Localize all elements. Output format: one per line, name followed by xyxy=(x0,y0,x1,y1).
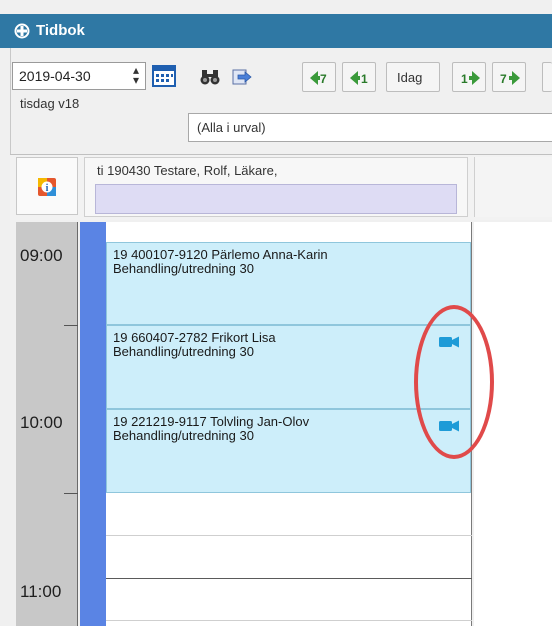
svg-text:i: i xyxy=(46,183,49,194)
forward-week-icon: 7 xyxy=(500,71,520,86)
svg-text:7: 7 xyxy=(320,72,327,86)
title-bar: Tidbok xyxy=(0,14,552,48)
column-header-band xyxy=(95,184,457,214)
appointment-block[interactable]: 19 400107-9120 Pärlemo Anna-Karin Behand… xyxy=(106,242,471,325)
forward-day-button[interactable]: 1 xyxy=(452,62,486,92)
appointment-type: Behandling/utredning 30 xyxy=(113,428,254,443)
today-label: Idag xyxy=(397,70,423,85)
time-label-1100: 11:00 xyxy=(20,582,62,601)
info-button[interactable]: i xyxy=(16,157,78,215)
date-spinner[interactable]: ▴ ▾ xyxy=(133,64,139,86)
appointment-patient: 19 221219-9117 Tolvling Jan-Olov xyxy=(113,414,310,429)
date-picker-input[interactable]: 2019-04-30 ▴ ▾ xyxy=(12,62,146,90)
forward-week-button[interactable]: 7 xyxy=(492,62,526,92)
time-slot-line xyxy=(106,620,472,621)
selection-filter-field[interactable]: (Alla i urval) xyxy=(188,113,552,142)
time-label-1000: 10:00 xyxy=(20,413,63,432)
annotation-circle xyxy=(414,305,494,459)
appointment-type: Behandling/utredning 30 xyxy=(113,261,254,276)
weekday-label: tisdag v18 xyxy=(20,96,80,111)
info-icon: i xyxy=(38,178,56,196)
back-week-icon: 7 xyxy=(310,71,327,86)
svg-text:1: 1 xyxy=(361,72,368,86)
resource-availability-strip xyxy=(80,222,106,626)
svg-text:7: 7 xyxy=(500,72,507,86)
search-button[interactable] xyxy=(194,62,224,92)
quarter-tick xyxy=(64,325,78,326)
back-day-icon: 1 xyxy=(350,71,368,86)
appointment-block[interactable]: 19 221219-9117 Tolvling Jan-Olov Behandl… xyxy=(106,409,471,493)
resource-column-label: ti 190430 Testare, Rolf, Läkare, xyxy=(97,163,278,178)
next-column-header xyxy=(474,157,552,217)
resource-column-header[interactable]: ti 190430 Testare, Rolf, Läkare, xyxy=(84,157,468,217)
export-arrow-icon xyxy=(232,69,252,85)
window-title: Tidbok xyxy=(36,22,85,39)
quarter-tick xyxy=(64,493,78,494)
calendar-icon[interactable] xyxy=(150,62,178,90)
toolbar-overflow-button[interactable] xyxy=(542,62,552,92)
filter-value: (Alla i urval) xyxy=(197,120,266,135)
time-slot-line xyxy=(106,535,472,536)
hour-line xyxy=(106,578,472,579)
appointment-type: Behandling/utredning 30 xyxy=(113,344,254,359)
appointment-patient: 19 660407-2782 Frikort Lisa xyxy=(113,330,276,345)
svg-text:1: 1 xyxy=(461,72,468,86)
export-button[interactable] xyxy=(226,62,256,92)
back-day-button[interactable]: 1 xyxy=(342,62,376,92)
appointment-patient: 19 400107-9120 Pärlemo Anna-Karin xyxy=(113,247,328,262)
today-button[interactable]: Idag xyxy=(386,62,440,92)
binoculars-icon xyxy=(200,70,220,85)
back-week-button[interactable]: 7 xyxy=(302,62,336,92)
app-logo-icon xyxy=(14,23,30,39)
forward-day-icon: 1 xyxy=(461,71,480,86)
time-label-0900: 09:00 xyxy=(20,246,63,265)
date-value: 2019-04-30 xyxy=(19,68,91,84)
